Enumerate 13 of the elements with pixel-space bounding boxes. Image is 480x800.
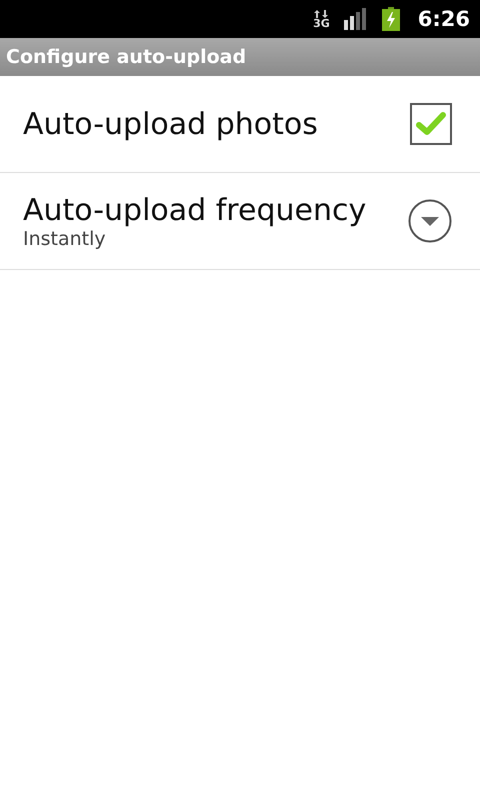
dropdown-icon[interactable]	[408, 199, 452, 243]
network-indicator: 3G	[313, 10, 330, 28]
battery-charging-icon	[382, 7, 400, 31]
clock: 6:26	[418, 7, 470, 31]
setting-summary: Instantly	[23, 228, 107, 250]
signal-icon	[344, 8, 368, 30]
setting-title: Auto-upload frequency	[23, 192, 366, 228]
setting-title: Auto-upload photos	[23, 106, 318, 142]
checkbox[interactable]	[410, 103, 452, 145]
data-arrows-icon	[314, 10, 328, 18]
screen-title: Configure auto-upload	[6, 46, 246, 68]
setting-row[interactable]: Auto-upload frequency Instantly	[0, 173, 480, 270]
setting-row[interactable]: Auto-upload photos	[0, 76, 480, 173]
